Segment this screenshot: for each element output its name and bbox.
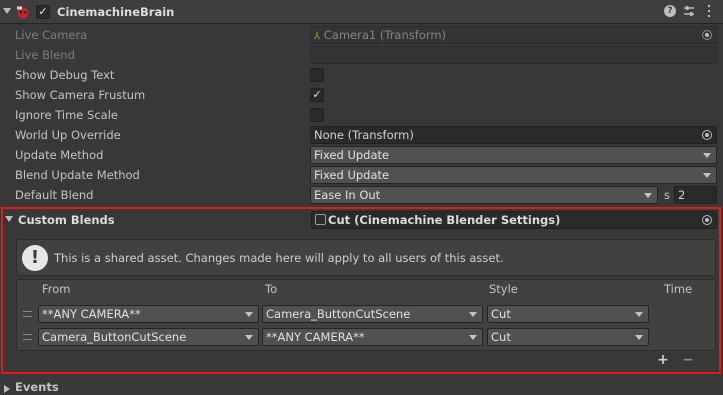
remove-blend-button[interactable]: − [679, 352, 697, 368]
object-picker-icon[interactable] [702, 215, 712, 225]
chevron-down-icon [245, 312, 253, 317]
show-camera-frustum-checkbox[interactable]: ✓ [310, 88, 324, 102]
live-camera-field[interactable]: ⅄ Camera1 (Transform) [310, 26, 717, 44]
blend-update-method-value: Fixed Update [314, 168, 390, 182]
blend-update-method-dropdown[interactable]: Fixed Update [310, 166, 717, 184]
blend-row-1-to-value: Camera_ButtonCutScene [266, 307, 411, 321]
presets-icon[interactable] [683, 5, 695, 17]
info-icon: ! [22, 245, 48, 271]
show-debug-text-label: Show Debug Text [15, 68, 115, 82]
drag-handle-icon[interactable] [23, 311, 32, 317]
custom-blends-label[interactable]: Custom Blends [18, 212, 115, 228]
blender-settings-icon [315, 214, 326, 225]
events-foldout-icon[interactable] [4, 385, 10, 393]
show-debug-text-checkbox[interactable] [310, 68, 324, 82]
blend-update-method-label: Blend Update Method [15, 168, 140, 182]
chevron-down-icon [469, 312, 477, 317]
live-blend-label: Live Blend [15, 48, 75, 62]
default-blend-unit: s [664, 188, 670, 202]
events-label[interactable]: Events [15, 379, 59, 395]
chevron-down-icon [245, 335, 253, 340]
chevron-down-icon [703, 153, 711, 158]
context-menu-icon[interactable] [704, 3, 714, 19]
blend-row-1-from-dropdown[interactable]: **ANY CAMERA** [38, 305, 259, 323]
column-header-from: From [42, 282, 71, 296]
column-header-to: To [265, 282, 278, 296]
blend-row-2-to-value: **ANY CAMERA** [266, 330, 365, 344]
world-up-override-value: None (Transform) [314, 128, 414, 142]
custom-blends-foldout-icon[interactable] [5, 216, 13, 222]
chevron-down-icon [469, 335, 477, 340]
cinemachine-brain-icon [17, 6, 29, 19]
ignore-time-scale-checkbox[interactable] [310, 108, 324, 122]
help-icon[interactable]: ? [664, 5, 676, 17]
column-header-style: Style [489, 282, 518, 296]
chevron-down-icon [703, 173, 711, 178]
custom-blends-asset-value: Cut (Cinemachine Blender Settings) [328, 213, 561, 227]
camera-transform-icon: ⅄ [314, 31, 321, 42]
default-blend-label: Default Blend [15, 188, 94, 202]
foldout-arrow-icon[interactable] [3, 8, 11, 14]
blend-row-2-from-value: Camera_ButtonCutScene [42, 330, 187, 344]
blend-row-2-to-dropdown[interactable]: **ANY CAMERA** [262, 328, 483, 346]
chevron-down-icon [635, 335, 643, 340]
ignore-time-scale-label: Ignore Time Scale [15, 108, 118, 122]
custom-blends-asset-field[interactable]: Cut (Cinemachine Blender Settings) [311, 211, 717, 229]
default-blend-dropdown[interactable]: Ease In Out [310, 186, 658, 204]
component-title: CinemachineBrain [57, 5, 175, 19]
object-picker-icon[interactable] [702, 30, 712, 40]
blend-row-2-from-dropdown[interactable]: Camera_ButtonCutScene [38, 328, 259, 346]
object-picker-icon[interactable] [702, 130, 712, 140]
world-up-override-label: World Up Override [15, 128, 121, 142]
show-camera-frustum-label: Show Camera Frustum [15, 88, 146, 102]
drag-handle-icon[interactable] [23, 334, 32, 340]
update-method-label: Update Method [15, 148, 104, 162]
blend-row-1-from-value: **ANY CAMERA** [42, 307, 141, 321]
blend-row-2-style-value: Cut [491, 330, 511, 344]
world-up-override-field[interactable]: None (Transform) [310, 126, 717, 144]
blend-row-2-style-dropdown[interactable]: Cut [487, 328, 649, 346]
column-header-time: Time [664, 282, 693, 296]
live-camera-label: Live Camera [15, 28, 88, 42]
live-camera-value: Camera1 (Transform) [323, 28, 447, 42]
default-blend-value: Ease In Out [314, 188, 381, 202]
shared-asset-info-box: ! This is a shared asset. Changes made h… [16, 239, 716, 276]
chevron-down-icon [635, 312, 643, 317]
blend-row-1-style-dropdown[interactable]: Cut [487, 305, 649, 323]
component-enabled-checkbox[interactable]: ✓ [36, 5, 50, 19]
update-method-dropdown[interactable]: Fixed Update [310, 146, 717, 164]
live-blend-field [310, 46, 717, 64]
default-blend-time-field[interactable]: 2 [674, 186, 717, 204]
chevron-down-icon [644, 193, 652, 198]
blend-row-1-to-dropdown[interactable]: Camera_ButtonCutScene [262, 305, 483, 323]
blend-row-1-style-value: Cut [491, 307, 511, 321]
update-method-value: Fixed Update [314, 148, 390, 162]
shared-asset-info-text: This is a shared asset. Changes made her… [54, 251, 504, 265]
add-blend-button[interactable]: + [654, 352, 672, 368]
